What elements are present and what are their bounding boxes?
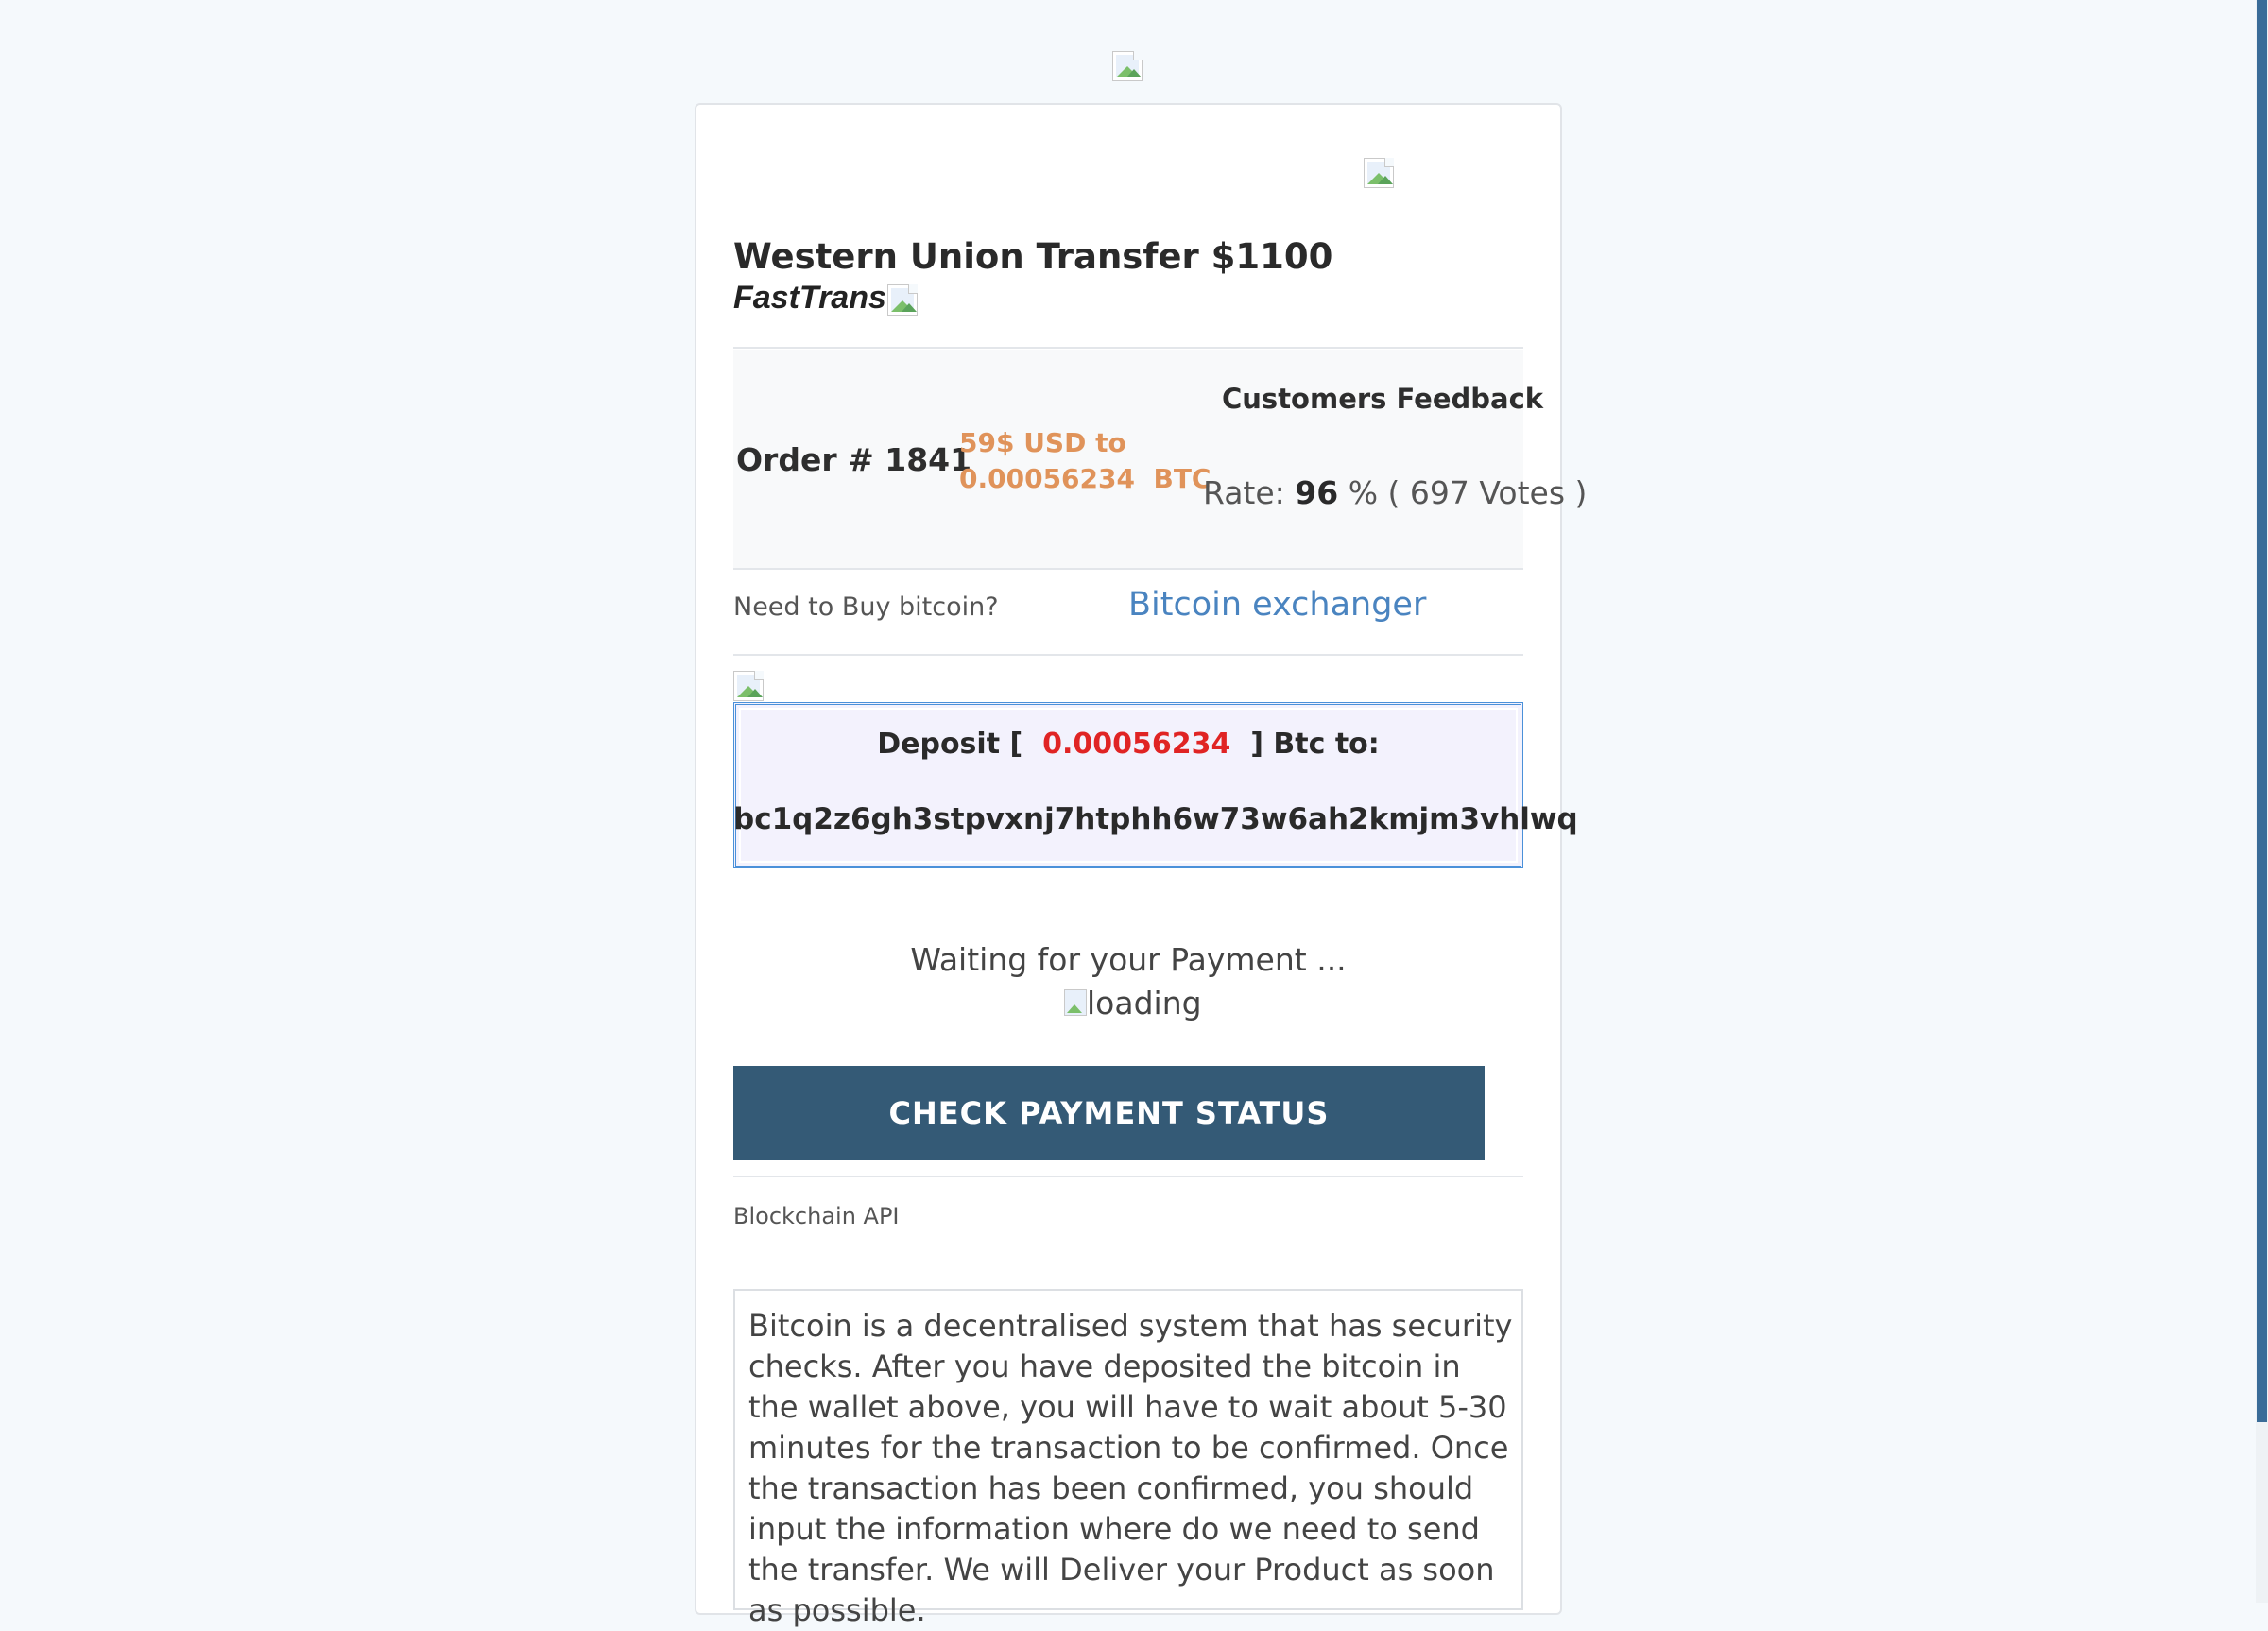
bitcoin-exchanger-link[interactable]: Bitcoin exchanger — [1128, 586, 1426, 624]
brand-name: FastTrans — [733, 280, 886, 316]
need-buy-label: Need to Buy bitcoin? — [733, 592, 999, 622]
rate-value: 96 — [1295, 474, 1339, 511]
conversion-amount: 59$ USD to 0.00056234 BTC — [959, 425, 1211, 497]
brand-logo-icon — [887, 284, 918, 316]
product-title: Western Union Transfer $1100 — [733, 236, 1333, 277]
rate-prefix: Rate: — [1203, 474, 1296, 511]
check-payment-status-button[interactable]: CHECK PAYMENT STATUS — [733, 1066, 1485, 1160]
deposit-amount[interactable]: 0.00056234 — [1042, 728, 1230, 761]
info-text: Bitcoin is a decentralised system that h… — [748, 1308, 1513, 1628]
scrollbar-thumb[interactable] — [2257, 0, 2267, 1422]
waiting-status: Waiting for your Payment ... — [910, 941, 1347, 978]
qr-code-icon — [733, 671, 764, 701]
order-number: Order # 1841 — [736, 441, 972, 478]
divider — [733, 1176, 1523, 1177]
customers-feedback-title: Customers Feedback — [1222, 383, 1544, 415]
bitcoin-address[interactable]: bc1q2z6gh3stpvxnj7htphh6w73w6ah2kmjm3vhl… — [733, 802, 1578, 836]
conversion-usd: 59$ USD to — [959, 427, 1126, 458]
divider — [733, 568, 1523, 570]
conversion-btc: 0.00056234 BTC — [959, 463, 1211, 494]
loading-icon: loading — [1064, 985, 1202, 1022]
feedback-rate: Rate: 96 % ( 697 Votes ) — [1203, 474, 1587, 511]
site-logo-icon — [1112, 51, 1143, 81]
rate-suffix: % ( 697 Votes ) — [1338, 474, 1588, 511]
blockchain-api-label: Blockchain API — [733, 1203, 900, 1229]
divider — [733, 347, 1523, 349]
divider — [733, 654, 1523, 656]
product-image-icon — [1364, 158, 1394, 188]
deposit-instruction: Deposit [ 0.00056234 ] Btc to: — [877, 728, 1380, 761]
